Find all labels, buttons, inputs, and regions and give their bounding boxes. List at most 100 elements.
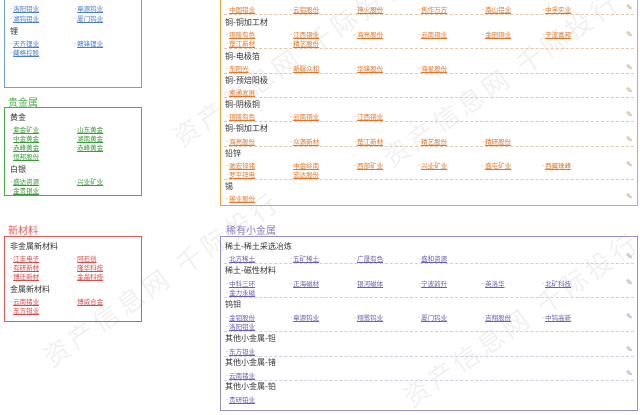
stock-link[interactable]: 精艺股份 [418,136,447,146]
edit-icon[interactable]: ✎ [626,278,633,287]
edit-icon[interactable]: ✎ [626,369,633,378]
category-label: 白银 [10,165,26,174]
stock-link[interactable]: 博威合金 [74,296,103,306]
stock-link[interactable]: 华锋股份 [354,63,383,73]
stock-link[interactable]: 江西铜业 [354,111,383,121]
category-label: 铜-电极箔 [225,52,260,61]
edit-icon[interactable]: ✎ [626,160,633,169]
stock-link[interactable]: 海亮股份 [354,29,383,39]
stock-link[interactable]: 中国铝业 [226,4,255,14]
stock-link[interactable]: 众源新材 [290,136,319,146]
stock-link[interactable]: 楚江新材 [226,38,255,48]
stock-link[interactable]: 金田铜业 [482,29,511,39]
section-title-rare: 稀有小金属 [226,226,276,237]
edit-icon[interactable]: ✎ [626,135,633,144]
stock-link[interactable]: 东方钽业 [226,346,255,356]
stock-link[interactable]: 藏格控股 [10,47,39,57]
stock-link[interactable]: 西藏珠峰 [542,160,571,170]
stock-link[interactable]: 赣锋锂业 [74,38,103,48]
stock-link[interactable]: 索通发展 [226,87,255,97]
divider [224,73,634,74]
divider [224,297,634,298]
category-label: 稀土-磁性材料 [225,266,276,275]
stock-link[interactable]: 正海磁材 [290,278,319,288]
stock-link[interactable]: 贵研铂业 [226,394,255,404]
stock-link[interactable]: 金晶科技 [74,271,103,281]
stock-link[interactable]: 焦作万方 [418,4,447,14]
edit-icon[interactable]: ✎ [626,110,633,119]
stock-link[interactable]: 云南铜业 [418,29,447,39]
category-label: 铅锌 [225,149,241,158]
divider [224,331,634,332]
stock-link[interactable]: 赤峰黄金 [74,142,103,152]
stock-link[interactable]: 东方钽业 [10,305,39,315]
stock-link[interactable]: 兴业矿业 [74,176,103,186]
stock-link[interactable]: 云南锗业 [226,370,255,380]
stock-link[interactable]: 西部矿业 [354,160,383,170]
stock-link[interactable]: 铜陵有色 [226,111,255,121]
stock-link[interactable]: 北矿科技 [542,278,571,288]
stock-link[interactable]: 兴业矿业 [418,160,447,170]
stock-link[interactable]: 章源钨业 [290,312,319,322]
stock-link[interactable]: 云南铜业 [290,111,319,121]
stock-link[interactable]: 东阳光 [226,63,249,73]
stock-link[interactable]: 宏达股份 [290,169,319,179]
stock-link[interactable]: 楚江新材 [354,136,383,146]
stock-link[interactable]: 宁波富邦 [542,29,571,39]
stock-link[interactable]: 云铝股份 [290,4,319,14]
category-label: 铜-铜加工材 [225,124,268,133]
stock-link[interactable]: 南山铝业 [482,4,511,14]
stock-link[interactable]: 银河磁体 [354,278,383,288]
stock-link[interactable]: 罗平锌电 [226,169,255,179]
stock-link[interactable]: 吉翔股份 [482,312,511,322]
stock-link[interactable]: 盛和资源 [418,253,447,263]
category-label: 其他小金属-钽 [225,334,276,343]
stock-link[interactable]: 广晟有色 [354,253,383,263]
category-label: 锡 [225,182,233,191]
stock-link[interactable]: 洛阳钼业 [226,321,255,331]
category-label: 其他小金属-铂 [225,382,276,391]
stock-link[interactable]: 神火股份 [354,4,383,14]
stock-link[interactable]: 金力永磁 [226,287,255,297]
divider [224,97,634,98]
category-label: 铜-预焙阳极 [225,76,268,85]
stock-link[interactable]: 五矿稀土 [290,253,319,263]
stock-link[interactable]: 中孚实业 [542,4,571,14]
category-label: 铜-阴极铜 [225,100,260,109]
stock-link[interactable]: 博迁新材 [10,271,39,281]
stock-link[interactable]: 新疆众和 [290,63,319,73]
edit-icon[interactable]: ✎ [626,86,633,95]
category-label: 金属新材料 [10,285,50,294]
stock-link[interactable]: 海星股份 [418,63,447,73]
edit-icon[interactable]: ✎ [626,30,633,39]
stock-link[interactable]: 北方稀土 [226,253,255,263]
stock-link[interactable]: 锡业股份 [226,193,255,203]
stock-link[interactable]: 海亮股份 [226,136,255,146]
category-label: 铜-铜加工材 [225,18,268,27]
edit-icon[interactable]: ✎ [626,3,633,12]
stock-link[interactable]: 金贵银业 [10,185,39,195]
edit-icon[interactable]: ✎ [626,345,633,354]
stock-link[interactable]: 精艺股份 [290,38,319,48]
stock-link[interactable]: 章源钨业 [74,3,103,13]
stock-link[interactable]: 英洛华 [482,278,505,288]
category-label: 锂 [10,27,18,36]
stock-link[interactable]: 厦门钨业 [418,312,447,322]
divider [224,146,634,147]
divider [224,356,634,357]
edit-icon[interactable]: ✎ [626,192,633,201]
edit-icon[interactable]: ✎ [626,63,633,72]
stock-link[interactable]: 厦门钨业 [74,13,103,23]
stock-link[interactable]: 湖钨钼业 [10,13,39,23]
edit-icon[interactable]: ✎ [626,252,633,261]
stock-link[interactable]: 中钨高新 [542,312,571,322]
stock-link[interactable]: 翔鹭钨业 [354,312,383,322]
edit-icon[interactable]: ✎ [626,312,633,321]
divider [224,121,634,122]
divider [224,179,634,180]
stock-link[interactable]: 精研股份 [482,136,511,146]
stock-link[interactable]: 宁波韵升 [418,278,447,288]
stock-link[interactable]: 洛阳钼业 [10,3,39,13]
stock-link[interactable]: 盛屯矿业 [482,160,511,170]
stock-link[interactable]: 恒邦股份 [10,151,39,161]
